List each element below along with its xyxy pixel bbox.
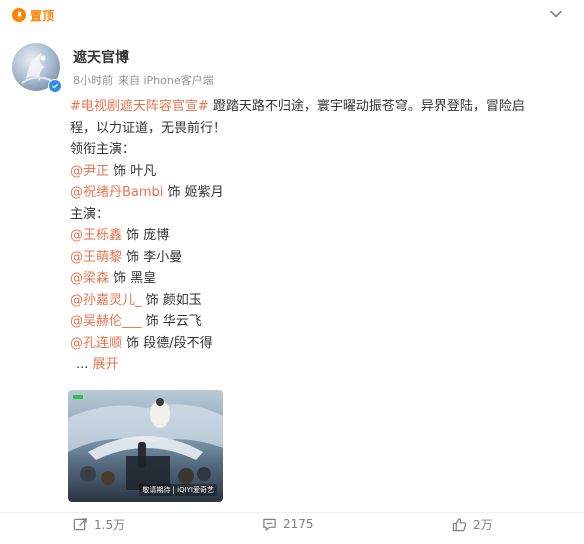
action-bar: 1.5万 2175 2万 [0, 514, 584, 534]
actor-mention[interactable]: @祝绪丹Bambi [70, 185, 163, 200]
cast-line: @王萌黎 饰 李小曼 [70, 247, 570, 269]
more-options-button[interactable] [546, 4, 566, 24]
footer-divider [0, 512, 584, 513]
actor-mention[interactable]: @孔连顺 [70, 336, 122, 351]
comment-icon [263, 518, 276, 531]
role-text: 饰 李小曼 [122, 249, 183, 265]
post-text-segment: 蹬踏天路不归途，寰宇曜动振苍穹。异界登陆，冒险启 [208, 99, 525, 114]
pinned-tag: 置顶 [12, 6, 54, 24]
post-meta: 8小时前 来自 iPhone客户端 [73, 72, 214, 88]
role-text: 饰 姬紫月 [163, 185, 224, 200]
role-text: 饰 叶凡 [109, 163, 157, 179]
post-text: #电视剧遮天阵容官宣# 蹬踏天路不归途，寰宇曜动振苍穹。异界登陆，冒险启 程，以… [70, 96, 570, 376]
comment-button[interactable]: 2175 [262, 514, 314, 534]
expand-link[interactable]: 展开 [93, 357, 119, 372]
like-count: 2万 [473, 517, 493, 532]
weibo-post-card: 置顶 遮天官博 8小时前 来自 iPhone客户端 #电视剧遮天阵容官宣# 蹬踏… [0, 0, 584, 544]
role-text: 饰 颜如玉 [141, 292, 202, 308]
post-line: #电视剧遮天阵容官宣# 蹬踏天路不归途，寰宇曜动振苍穹。异界登陆，冒险启 [70, 96, 570, 118]
post-time[interactable]: 8小时前 [73, 72, 113, 88]
role-text: 饰 庞博 [122, 228, 170, 243]
post-source: 来自 iPhone客户端 [118, 74, 214, 87]
post-line: 程，以力证道，无畏前行！ [70, 120, 227, 136]
actor-mention[interactable]: @王萌黎 [70, 250, 122, 265]
comment-count: 2175 [283, 517, 314, 531]
cast-line: @王栎鑫 饰 庞博 [70, 225, 570, 247]
like-icon [452, 517, 467, 531]
pin-icon [12, 8, 26, 22]
actor-mention[interactable]: @梁森 [70, 271, 109, 286]
hashtag-link[interactable]: #电视剧遮天阵容官宣# [70, 99, 209, 114]
role-text: 饰 黑皇 [109, 271, 157, 286]
cast-line: @梁森 饰 黑皇 [70, 268, 570, 290]
repost-icon [73, 517, 87, 530]
actor-mention[interactable]: @尹正 [70, 164, 109, 179]
chevron-down-icon [550, 10, 562, 18]
expand-row: ... 展开 [70, 354, 570, 376]
role-text: 饰 华云飞 [141, 314, 202, 329]
main-heading: 主演： [70, 206, 110, 222]
cast-line: @尹正 饰 叶凡 [70, 161, 570, 183]
post-image[interactable]: 敬请期待 | iQIYI爱奇艺 [68, 390, 223, 502]
poster-caption: 敬请期待 | iQIYI爱奇艺 [139, 484, 217, 496]
cast-line: @祝绪丹Bambi 饰 姬紫月 [70, 182, 570, 204]
cast-line: @吴赫伦___ 饰 华云飞 [70, 311, 570, 333]
verified-badge-icon [48, 79, 62, 93]
author-name[interactable]: 遮天官博 [73, 47, 129, 67]
repost-button[interactable]: 1.5万 [73, 514, 125, 534]
cast-line: @孙嘉灵儿_ 饰 颜如玉 [70, 290, 570, 312]
lead-heading: 领衔主演： [70, 142, 136, 157]
actor-mention[interactable]: @孙嘉灵儿_ [70, 293, 142, 308]
like-button[interactable]: 2万 [452, 514, 493, 534]
cast-line: @孔连顺 饰 段德/段不得 [70, 333, 570, 355]
ellipsis: ... [76, 357, 93, 372]
repost-count: 1.5万 [94, 517, 126, 532]
role-text: 饰 段德/段不得 [122, 335, 213, 351]
pinned-label: 置顶 [30, 8, 55, 23]
actor-mention[interactable]: @吴赫伦___ [70, 314, 142, 329]
actor-mention[interactable]: @王栎鑫 [70, 228, 122, 243]
